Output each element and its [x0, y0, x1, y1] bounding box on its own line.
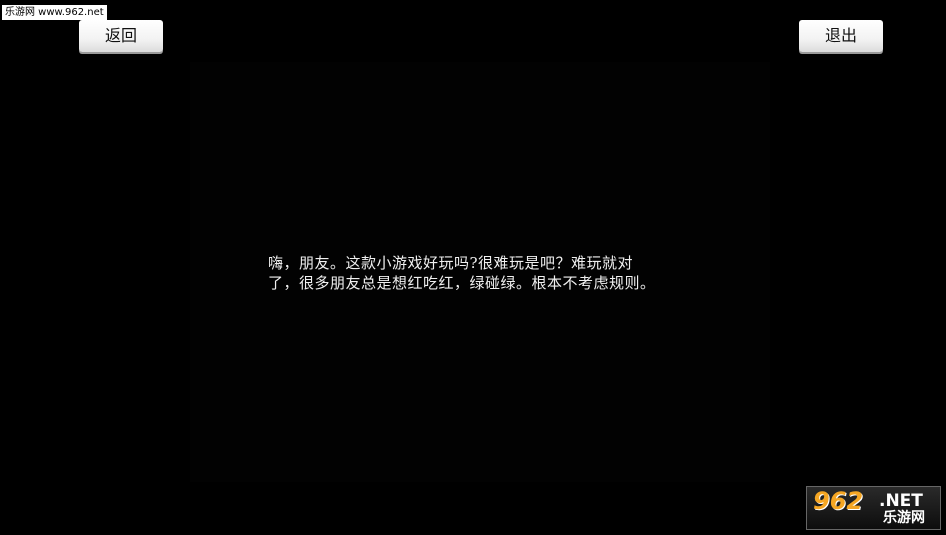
- logo-number: 962: [813, 487, 864, 515]
- watermark-label: 乐游网 www.962.net: [2, 5, 107, 20]
- dialog-line-1: 嗨，朋友。这款小游戏好玩吗?很难玩是吧？难玩就对: [268, 254, 634, 272]
- dialog-text: 嗨，朋友。这款小游戏好玩吗?很难玩是吧？难玩就对 了，很多朋友总是想红吃红，绿碰…: [268, 253, 698, 293]
- exit-button[interactable]: 退出: [799, 20, 883, 52]
- site-logo: 962 .NET 乐游网: [806, 486, 941, 530]
- logo-suffix: .NET: [879, 491, 923, 511]
- dialog-line-2: 了，很多朋友总是想红吃红，绿碰绿。根本不考虑规则。: [268, 274, 656, 292]
- game-screen: 乐游网 www.962.net 返回 退出 嗨，朋友。这款小游戏好玩吗?很难玩是…: [0, 0, 946, 535]
- logo-chinese: 乐游网: [883, 510, 925, 526]
- back-button[interactable]: 返回: [79, 20, 163, 52]
